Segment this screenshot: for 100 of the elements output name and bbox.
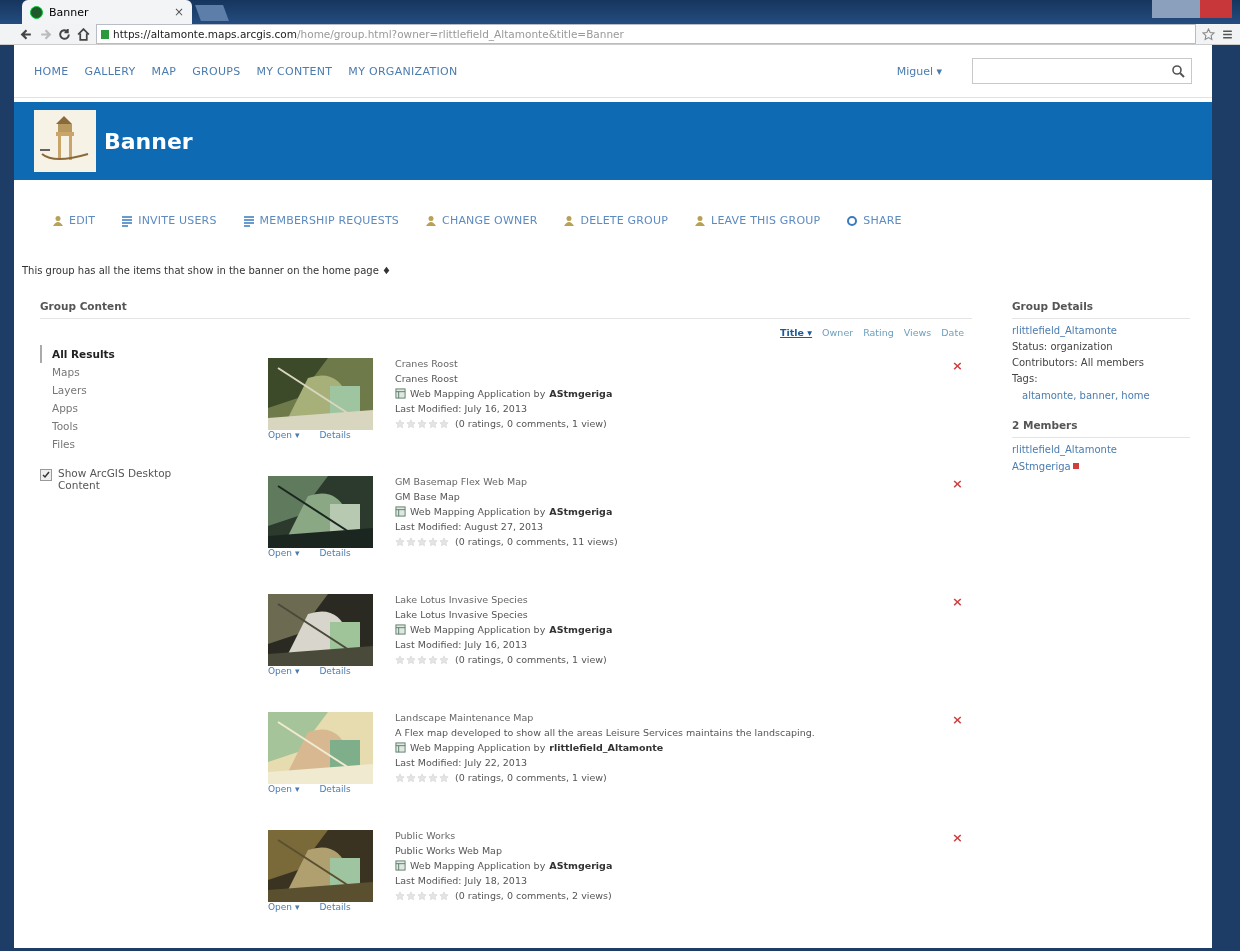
star-rating[interactable]: [395, 890, 449, 901]
list-icon: [242, 214, 255, 227]
sort-link[interactable]: Rating: [863, 327, 894, 338]
item-stats: (0 ratings, 0 comments, 11 views): [455, 536, 618, 547]
filter-link[interactable]: Maps: [40, 363, 268, 381]
back-icon[interactable]: [20, 27, 33, 41]
remove-member-icon[interactable]: [1072, 463, 1079, 469]
author-name-link[interactable]: AStmgeriga: [549, 860, 613, 871]
item-type: Web Mapping Application by: [410, 742, 546, 753]
author-name-link[interactable]: AStmgeriga: [549, 388, 613, 399]
user-menu[interactable]: Miguel ▾: [896, 64, 942, 78]
star-rating[interactable]: [395, 536, 449, 547]
star-icon[interactable]: [1202, 27, 1215, 41]
action-link[interactable]: DELETE GROUP: [563, 214, 669, 227]
remove-button[interactable]: ×: [952, 476, 972, 594]
remove-button[interactable]: ×: [952, 358, 972, 476]
item-title[interactable]: Lake Lotus Invasive Species: [395, 594, 930, 605]
item-type: Web Mapping Application by: [410, 624, 546, 635]
remove-button[interactable]: ×: [952, 830, 972, 948]
nav-link[interactable]: GALLERY: [84, 64, 136, 78]
item-title[interactable]: Landscape Maintenance Map: [395, 712, 930, 723]
share-icon: [846, 214, 859, 227]
checkbox[interactable]: [40, 469, 52, 481]
nav-link[interactable]: HOME: [34, 64, 69, 78]
author-name-link[interactable]: AStmgeriga: [549, 506, 613, 517]
open-menu[interactable]: Open ▾: [268, 666, 300, 676]
menu-icon[interactable]: [1221, 27, 1234, 41]
group-manager-link[interactable]: rlittlefield_Altamonte: [1012, 325, 1190, 336]
details-link[interactable]: Details: [319, 666, 351, 676]
action-link[interactable]: EDIT: [52, 214, 96, 227]
item-title[interactable]: GM Basemap Flex Web Map: [395, 476, 930, 487]
filter-link[interactable]: Tools: [40, 417, 268, 435]
close-icon[interactable]: ×: [173, 5, 184, 19]
item-type: Web Mapping Application by: [410, 860, 546, 871]
nav-link[interactable]: GROUPS: [192, 64, 241, 78]
sort-link[interactable]: Title ▾: [780, 327, 813, 338]
tower-logo: [34, 110, 96, 172]
section-heading: Group Content: [40, 300, 972, 319]
action-link[interactable]: MEMBERSHIP REQUESTS: [242, 214, 400, 227]
details-link[interactable]: Details: [319, 784, 351, 794]
group-description: This group has all the items that show in the banner on the home page: [22, 265, 379, 276]
item-title[interactable]: Cranes Roost: [395, 358, 930, 369]
forward-icon[interactable]: [39, 27, 52, 41]
checkbox-label: Show ArcGIS Desktop Content: [58, 467, 173, 491]
item-stats: (0 ratings, 0 comments, 1 view): [455, 654, 607, 665]
sort-link[interactable]: Owner: [822, 327, 854, 338]
action-link[interactable]: SHARE: [846, 214, 902, 227]
item-stats: (0 ratings, 0 comments, 2 views): [455, 890, 612, 901]
star-rating[interactable]: [395, 418, 449, 429]
home-icon[interactable]: [77, 27, 90, 41]
filter-link[interactable]: Layers: [40, 381, 268, 399]
item-stats: (0 ratings, 0 comments, 1 view): [455, 772, 607, 783]
app-icon: [395, 742, 406, 753]
person-icon: [425, 214, 438, 227]
action-link[interactable]: CHANGE OWNER: [425, 214, 538, 227]
sort-link[interactable]: Date: [941, 327, 964, 338]
expand-marker[interactable]: ♦: [382, 265, 391, 276]
star-rating[interactable]: [395, 772, 449, 783]
item-snippet: Lake Lotus Invasive Species: [395, 609, 529, 620]
tags-link[interactable]: altamonte, banner, home: [1012, 390, 1190, 401]
remove-button[interactable]: ×: [952, 712, 972, 830]
item-snippet: GM Base Map: [395, 491, 461, 502]
open-menu[interactable]: Open ▾: [268, 430, 300, 440]
search-field[interactable]: [972, 58, 1192, 84]
open-menu[interactable]: Open ▾: [268, 548, 300, 558]
browser-tab[interactable]: Banner ×: [22, 0, 192, 24]
address-field[interactable]: https://altamonte.maps.arcgis.com/home/group.html?owner=rlittlefield_Altamonte&title=Banner: [96, 24, 1196, 44]
group-title: Banner: [104, 128, 193, 154]
search-icon[interactable]: [1171, 64, 1185, 78]
nav-link[interactable]: MY CONTENT: [256, 64, 333, 78]
author-name-link[interactable]: AStmgeriga: [549, 624, 613, 635]
action-link[interactable]: LEAVE THIS GROUP: [694, 214, 821, 227]
open-menu[interactable]: Open ▾: [268, 902, 300, 912]
tags-label: Tags:: [1012, 373, 1039, 384]
list-icon: [121, 214, 134, 227]
remove-button[interactable]: ×: [952, 594, 972, 712]
person-icon: [694, 214, 707, 227]
details-link[interactable]: Details: [319, 430, 351, 440]
filter-link[interactable]: Files: [40, 435, 268, 453]
item-snippet: Cranes Roost: [395, 373, 459, 384]
reload-icon[interactable]: [58, 27, 71, 41]
sort-link[interactable]: Views: [903, 327, 932, 338]
details-link[interactable]: Details: [319, 548, 351, 558]
item-title[interactable]: Public Works: [395, 830, 930, 841]
group-contributors: Contributors: All members: [1012, 357, 1145, 368]
nav-link[interactable]: MY ORGANIZATION: [348, 64, 458, 78]
filter-link[interactable]: Apps: [40, 399, 268, 417]
modified-date: Last Modified: August 27, 2013: [395, 521, 545, 532]
nav-link[interactable]: MAP: [151, 64, 177, 78]
section-heading: 2 Members: [1012, 419, 1190, 438]
member-link[interactable]: rlittlefield_Altamonte: [1012, 444, 1117, 455]
open-menu[interactable]: Open ▾: [268, 784, 300, 794]
new-tab-button[interactable]: [195, 5, 229, 21]
star-rating[interactable]: [395, 654, 449, 665]
member-link[interactable]: AStmgeriga: [1012, 461, 1071, 472]
details-link[interactable]: Details: [319, 902, 351, 912]
item-snippet: A Flex map developed to show all the areas Leisure Services maintains the landscaping.: [395, 727, 816, 738]
action-link[interactable]: INVITE USERS: [121, 214, 217, 227]
author-name-link[interactable]: rlittlefield_Altamonte: [549, 742, 664, 753]
window-controls[interactable]: [1152, 0, 1232, 18]
